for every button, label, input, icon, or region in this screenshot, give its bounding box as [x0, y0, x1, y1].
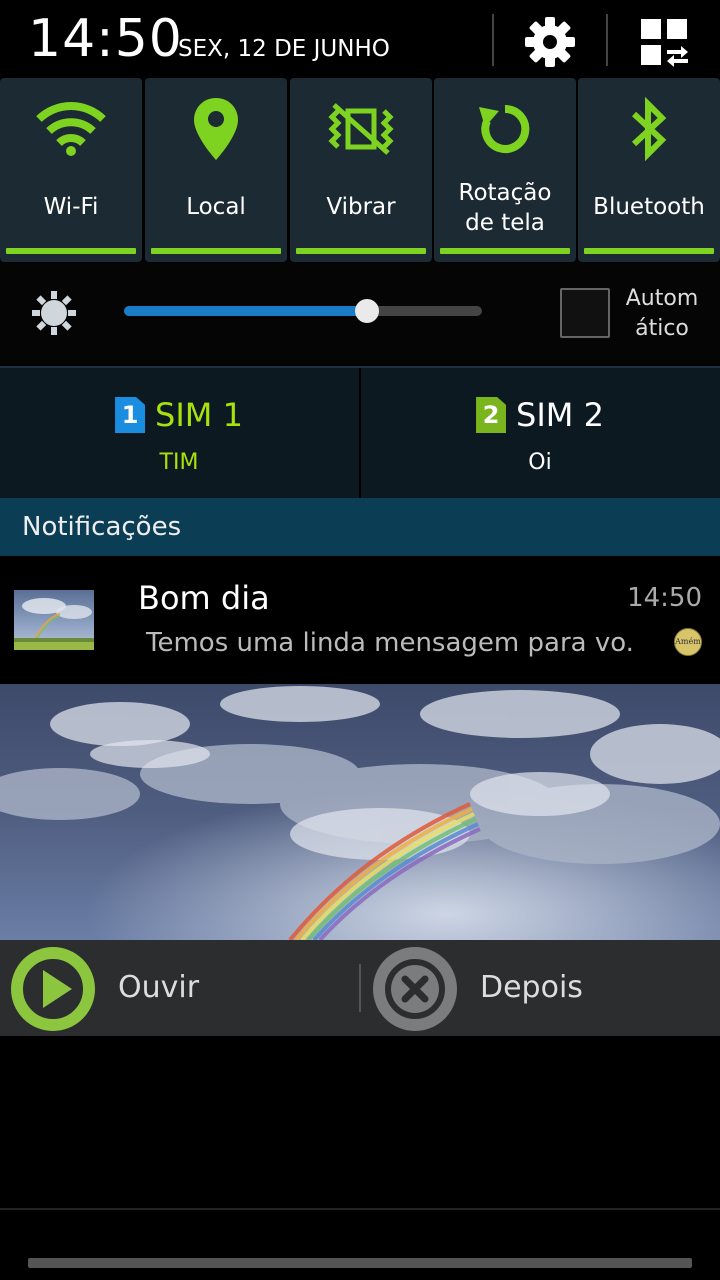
wifi-icon [36, 102, 106, 156]
location-toggle[interactable]: Local [145, 78, 287, 262]
notification-big-picture[interactable] [0, 684, 720, 940]
sim2-button[interactable]: 2 SIM 2 Oi [361, 368, 719, 500]
rainbow-landscape-thumbnail [14, 590, 94, 650]
rotate-icon [479, 104, 530, 153]
grid-switch-icon [641, 19, 688, 67]
sim1-name: SIM 1 [155, 396, 243, 434]
later-button[interactable]: Depois [362, 940, 720, 1036]
quick-panel-grid-button[interactable] [634, 12, 694, 72]
rotation-active-bar [440, 248, 570, 254]
close-circle-icon [373, 947, 457, 1031]
location-active-bar [151, 248, 281, 254]
notification-panel-header: 14:50 SEX, 12 DE JUNHO [0, 0, 720, 78]
play-icon [11, 947, 95, 1031]
notifications-header-label: Notificações [22, 512, 182, 542]
vibrate-label: Vibrar [326, 194, 396, 220]
sim-selector-row: 1 SIM 1 TIM 2 SIM 2 Oi [0, 366, 720, 500]
notification-item[interactable]: Bom dia 14:50 Temos uma linda mensagem p… [0, 556, 720, 684]
brightness-slider[interactable] [124, 299, 482, 323]
bluetooth-icon [631, 96, 667, 162]
rotation-toggle[interactable]: Rotação de tela [434, 78, 576, 262]
rotation-label-line1: Rotação [458, 180, 552, 206]
bluetooth-toggle[interactable]: Bluetooth [578, 78, 720, 262]
location-label: Local [186, 194, 246, 220]
notification-actions: Ouvir Depois [0, 940, 720, 1036]
notification-title: Bom dia [138, 579, 270, 617]
wifi-active-bar [6, 248, 136, 254]
auto-label-line1: Autom [625, 286, 699, 311]
auto-brightness-checkbox[interactable] [560, 288, 610, 338]
header-divider [606, 14, 608, 66]
wifi-toggle[interactable]: Wi-Fi [0, 78, 142, 262]
sim1-button[interactable]: 1 SIM 1 TIM [0, 368, 358, 500]
header-divider [492, 14, 494, 66]
vibrate-active-bar [296, 248, 426, 254]
sim2-number-badge: 2 [476, 397, 507, 433]
auto-label-line2: ático [635, 316, 689, 341]
rainbow-sky-image [0, 684, 720, 940]
notifications-header: Notificações [0, 498, 720, 556]
listen-label: Ouvir [118, 970, 200, 1005]
brightness-slider-fill [124, 306, 368, 316]
clock: 14:50 [28, 9, 183, 69]
notification-time: 14:50 [627, 583, 702, 613]
app-badge-text: Amém [675, 637, 701, 646]
sim1-carrier: TIM [159, 450, 199, 475]
app-badge-icon: Amém [674, 628, 702, 656]
rotation-label-line2: de tela [465, 210, 545, 236]
notification-text: Temos uma linda mensagem para vo. [146, 628, 634, 658]
actions-divider [359, 964, 361, 1012]
brightness-icon [32, 291, 76, 335]
sim2-name: SIM 2 [516, 396, 604, 434]
later-label: Depois [480, 970, 583, 1005]
wifi-label: Wi-Fi [43, 194, 99, 220]
settings-button[interactable] [520, 12, 580, 72]
bluetooth-label: Bluetooth [593, 194, 705, 220]
listen-button[interactable]: Ouvir [0, 940, 358, 1036]
sim2-carrier: Oi [528, 450, 552, 475]
date: SEX, 12 DE JUNHO [178, 36, 390, 62]
auto-brightness-label: Autom ático [620, 284, 704, 344]
sim1-number-badge: 1 [115, 397, 146, 433]
bluetooth-active-bar [584, 248, 714, 254]
quick-settings-row: Wi-Fi Local Vibrar Rotação de tela Bluet… [0, 78, 720, 262]
notification-thumbnail [14, 590, 94, 650]
vibrate-toggle[interactable]: Vibrar [290, 78, 432, 262]
gear-icon [525, 17, 575, 67]
vibrate-icon [328, 103, 394, 155]
location-pin-icon [194, 98, 238, 160]
panel-bottom-divider [0, 1208, 720, 1210]
panel-drag-handle[interactable] [28, 1258, 692, 1268]
